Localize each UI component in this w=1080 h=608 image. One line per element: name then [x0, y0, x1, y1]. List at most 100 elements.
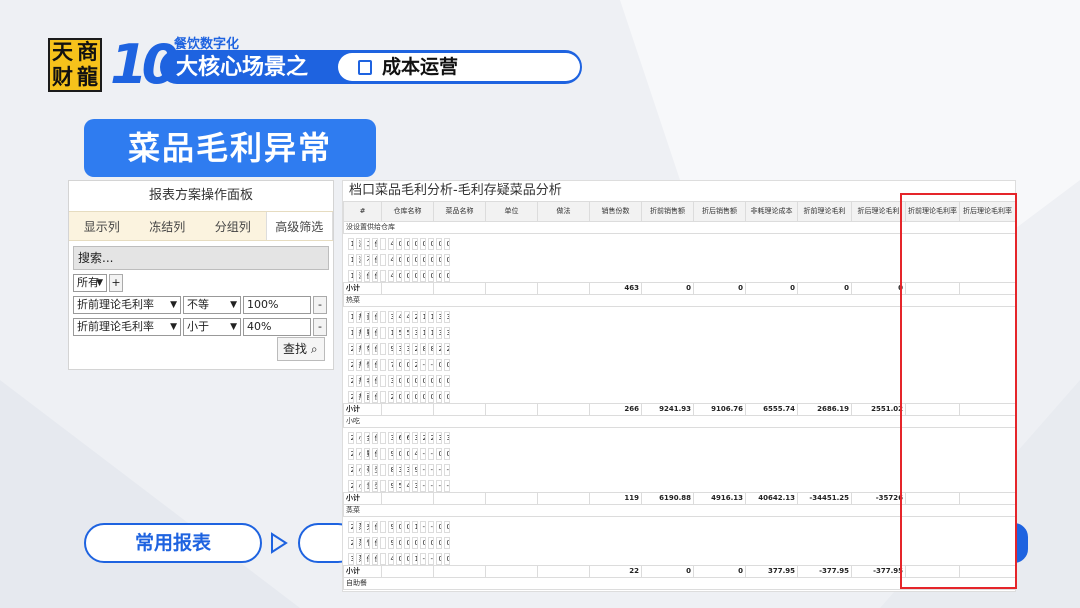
group-label[interactable]: 热菜: [343, 294, 1015, 307]
remove-condition-button[interactable]: -: [313, 296, 327, 314]
condition-value-input[interactable]: 40%: [243, 318, 311, 336]
table-cell: 壶: [371, 480, 378, 492]
table-cell: 0%: [443, 521, 450, 533]
banner-text: 大核心场景之: [176, 55, 309, 80]
column-header[interactable]: 折后理论毛利: [851, 201, 906, 222]
add-condition-button[interactable]: +: [109, 274, 123, 292]
table-cell: 2551.02: [851, 403, 906, 416]
table-cell: 份: [371, 432, 378, 444]
column-header[interactable]: 仓库名称: [381, 201, 434, 222]
report-title: 档口菜品毛利分析-毛利存疑菜品分析: [349, 183, 562, 198]
table-cell: 小吃: [355, 480, 362, 492]
table-cell: [379, 537, 386, 549]
column-header[interactable]: 菜品名称: [433, 201, 486, 222]
condition-op-select[interactable]: 小于 ▼: [183, 318, 241, 336]
group-label[interactable]: 自助餐: [343, 577, 1015, 590]
common-reports-button[interactable]: 常用报表: [84, 523, 262, 563]
table-cell: 0: [693, 282, 746, 295]
table-cell: -589.66%: [435, 480, 442, 492]
panel-tabs: 显示列 冻结列 分组列 高级筛选: [69, 211, 333, 241]
table-cell: [381, 492, 434, 505]
table-cell: 39.89%: [443, 432, 450, 444]
table-cell: 热菜: [355, 391, 362, 403]
table-cell: 24.85%: [435, 343, 442, 355]
column-header[interactable]: 单位: [485, 201, 538, 222]
table-cell: 0: [395, 238, 402, 250]
search-input[interactable]: 搜索...: [73, 246, 329, 270]
tab-display-columns[interactable]: 显示列: [69, 212, 135, 240]
column-header[interactable]: 折前理论毛利: [797, 201, 852, 222]
column-header[interactable]: 做法: [537, 201, 590, 222]
table-cell: [485, 565, 538, 578]
column-header[interactable]: 折前销售额: [641, 201, 694, 222]
table-cell: 0: [693, 565, 746, 578]
table-cell: [959, 282, 1015, 295]
table-cell: 455: [387, 254, 394, 266]
table-cell: 0: [395, 270, 402, 282]
remove-condition-button[interactable]: -: [313, 318, 327, 336]
table-cell: -21.65: [419, 359, 426, 371]
table-cell: 0: [411, 391, 418, 403]
condition-field-select[interactable]: 折前理论毛利率 ▼: [73, 318, 181, 336]
table-cell: 8: [387, 464, 394, 476]
table-cell: 6555.74: [745, 403, 798, 416]
table-cell: 3602.57: [395, 343, 402, 355]
group-label[interactable]: 小吃: [343, 415, 1015, 428]
table-cell: 377.95: [745, 565, 798, 578]
column-header[interactable]: 折后销售额: [693, 201, 746, 222]
query-button[interactable]: 查找 ⌕: [277, 337, 325, 361]
table-row: 29蒸菜竹荪煲全鸡份9000000%0%: [347, 537, 450, 549]
table-cell: [485, 492, 538, 505]
table-cell: 0: [411, 254, 418, 266]
table-cell: 热菜: [355, 343, 362, 355]
table-cell: 0: [395, 359, 402, 371]
table-cell: [379, 359, 386, 371]
column-header[interactable]: 折前理论毛利率: [905, 201, 960, 222]
column-header[interactable]: 非耗理论成本: [745, 201, 798, 222]
table-cell: -196.41: [427, 521, 434, 533]
logic-select[interactable]: 所有 ▼: [73, 274, 107, 292]
column-header[interactable]: #: [343, 201, 382, 222]
table-cell: 0: [403, 270, 410, 282]
table-cell: 菊花茶: [363, 464, 370, 476]
table-cell: -43.13: [427, 448, 434, 460]
table-cell: 蒸菜: [355, 553, 362, 565]
table-cell: 0: [419, 375, 426, 387]
table-body: 没设置供给仓库15没设置供给...二十二年晶质份4000000%0%16没设置供…: [343, 221, 1015, 592]
table-cell: 份: [371, 270, 378, 282]
table-cell: 0: [395, 254, 402, 266]
table-cell: 4: [387, 553, 394, 565]
table-cell: 二十二年晶质: [363, 238, 370, 250]
table-cell: 31.8%: [435, 327, 442, 339]
chevron-down-icon: ▼: [170, 300, 177, 310]
group-label[interactable]: 蒸菜: [343, 504, 1015, 517]
table-cell: 老贵阳红烧肉: [363, 375, 370, 387]
table-cell: 3561.72: [411, 327, 418, 339]
table-cell: 份: [371, 553, 378, 565]
table-cell: 0%: [435, 359, 442, 371]
report-table: # 仓库名称 菜品名称 单位 做法 销售份数 折前销售额 折后销售额 非耗理论成本 折前理论毛利折…: [343, 201, 1015, 592]
condition-value-input[interactable]: 100%: [243, 296, 311, 314]
tab-group-columns[interactable]: 分组列: [200, 212, 266, 240]
table-cell: 竹荪煲全鸡: [363, 537, 370, 549]
column-header[interactable]: 销售份数: [589, 201, 642, 222]
table-cell: 0%: [443, 553, 450, 565]
table-cell: 0: [395, 521, 402, 533]
tab-advanced-filter[interactable]: 高级筛选: [265, 212, 333, 240]
group-label[interactable]: 没设置供给仓库: [343, 221, 1015, 234]
table-cell: 带皮牛肉烧...: [363, 343, 370, 355]
table-cell: 份: [371, 537, 378, 549]
condition-op-select[interactable]: 不等 ▼: [183, 296, 241, 314]
table-cell: 30.18%: [443, 327, 450, 339]
condition-field-select[interactable]: 折前理论毛利率 ▼: [73, 296, 181, 314]
column-header[interactable]: 折后理论毛利率: [959, 201, 1015, 222]
table-cell: [379, 238, 386, 250]
tab-frozen-columns[interactable]: 冻结列: [135, 212, 201, 240]
table-cell: 0%: [443, 375, 450, 387]
table-cell: 份量与堂食...: [363, 270, 370, 282]
chevron-down-icon: ▼: [96, 278, 103, 288]
table-cell: 39600: [411, 480, 418, 492]
logo-char: 财: [52, 65, 73, 89]
condition-row: 折前理论毛利率 ▼ 小于 ▼ 40% -: [73, 318, 329, 336]
table-cell: -34451.25: [797, 492, 852, 505]
